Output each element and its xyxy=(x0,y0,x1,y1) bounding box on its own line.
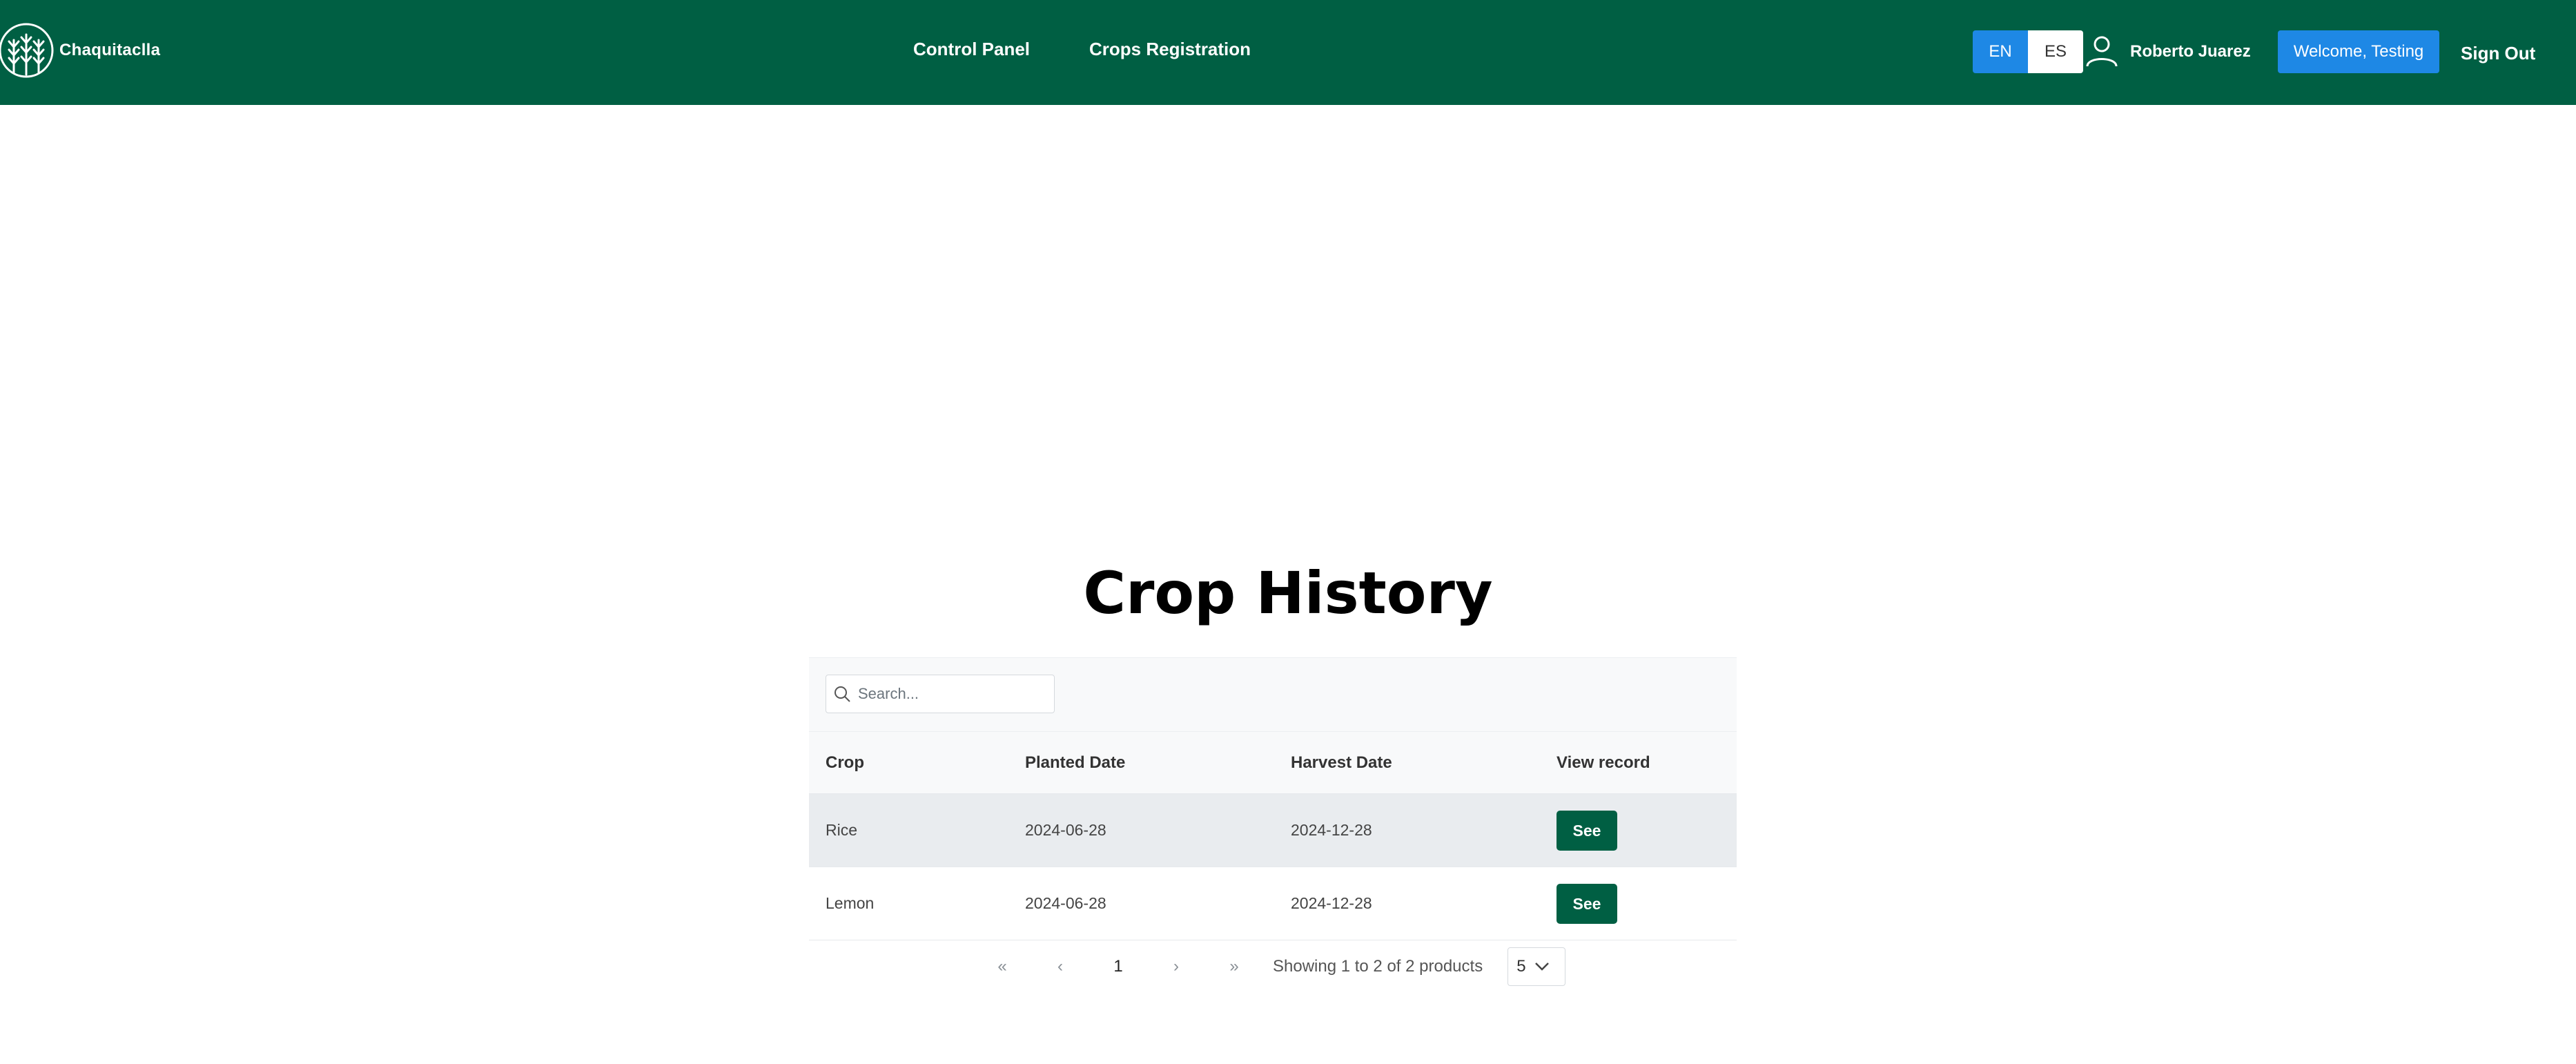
search-input[interactable] xyxy=(857,684,1046,704)
cell-planted-date: 2024-06-28 xyxy=(1025,894,1106,912)
pagination: « ‹ 1 › » Showing 1 to 2 of 2 products 5 xyxy=(973,946,1566,987)
wheat-logo-icon xyxy=(0,23,54,78)
user-icon xyxy=(2086,36,2118,67)
welcome-button[interactable]: Welcome, Testing xyxy=(2278,30,2439,73)
cell-harvest-date: 2024-12-28 xyxy=(1291,894,1372,912)
page-number[interactable]: 1 xyxy=(1089,957,1147,976)
user-profile[interactable]: Roberto Juarez xyxy=(2085,30,2251,73)
col-harvest-date[interactable]: Harvest Date xyxy=(1274,731,1540,794)
search-icon xyxy=(835,686,850,702)
top-navbar: Chaquitaclla Control Panel Crops Registr… xyxy=(0,0,2576,105)
cell-crop: Rice xyxy=(826,821,858,839)
table-row[interactable]: Rice 2024-06-28 2024-12-28 See xyxy=(809,793,1737,867)
cell-view-record: See xyxy=(1540,794,1737,867)
brand-name: Chaquitaclla xyxy=(59,41,161,59)
search-box xyxy=(826,675,1055,713)
data-table: Crop Planted Date Harvest Date View reco… xyxy=(809,731,1737,940)
table-header-row: Crop Planted Date Harvest Date View reco… xyxy=(809,731,1737,794)
cell-planted-date: 2024-06-28 xyxy=(1025,821,1106,839)
pagination-info: Showing 1 to 2 of 2 products xyxy=(1273,957,1483,976)
cell-view-record: See xyxy=(1540,867,1737,940)
see-button[interactable]: See xyxy=(1557,810,1617,851)
first-page-button[interactable]: « xyxy=(973,957,1031,976)
col-view-record: View record xyxy=(1540,731,1737,794)
sign-out-button[interactable]: Sign Out xyxy=(2461,43,2535,64)
chevron-down-icon xyxy=(1534,963,1549,971)
lang-es-button[interactable]: ES xyxy=(2028,30,2083,73)
last-page-button[interactable]: » xyxy=(1205,957,1263,976)
brand-logo[interactable]: Chaquitaclla xyxy=(0,19,160,81)
cell-harvest-date: 2024-12-28 xyxy=(1291,821,1372,839)
lang-en-button[interactable]: EN xyxy=(1973,30,2028,73)
table-toolbar xyxy=(809,657,1737,731)
language-switcher: EN ES xyxy=(1973,30,2083,73)
page-size-select[interactable]: 5 xyxy=(1507,947,1566,986)
col-planted-date[interactable]: Planted Date xyxy=(1008,731,1274,794)
main-nav: Control Panel Crops Registration xyxy=(913,39,1251,60)
crop-history-table: Crop Planted Date Harvest Date View reco… xyxy=(809,657,1737,940)
nav-control-panel[interactable]: Control Panel xyxy=(913,39,1030,60)
col-crop[interactable]: Crop xyxy=(809,731,1008,794)
page-size-value: 5 xyxy=(1516,957,1526,976)
see-button[interactable]: See xyxy=(1557,883,1617,924)
next-page-button[interactable]: › xyxy=(1147,957,1205,976)
user-name: Roberto Juarez xyxy=(2130,42,2251,61)
prev-page-button[interactable]: ‹ xyxy=(1031,957,1089,976)
nav-crops-registration[interactable]: Crops Registration xyxy=(1089,39,1251,60)
cell-crop: Lemon xyxy=(826,894,875,912)
table-row[interactable]: Lemon 2024-06-28 2024-12-28 See xyxy=(809,867,1737,940)
page-title: Crop History xyxy=(1083,559,1493,627)
